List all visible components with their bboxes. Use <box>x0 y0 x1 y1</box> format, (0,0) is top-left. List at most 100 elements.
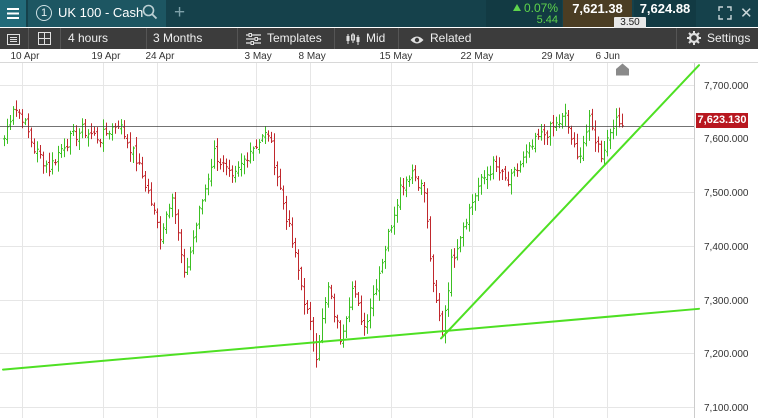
toolbar-divider <box>398 28 399 49</box>
ohlc-bar <box>531 139 534 150</box>
ohlc-bar <box>3 135 6 147</box>
ohlc-bar <box>417 176 420 191</box>
ohlc-bar <box>477 177 480 202</box>
ohlc-bar <box>495 155 498 173</box>
ohlc-bar <box>612 119 615 140</box>
trendline-uptrend <box>440 64 700 340</box>
ohlc-bar <box>375 279 378 296</box>
ohlc-bar <box>177 209 180 241</box>
ohlc-bar <box>342 324 345 348</box>
trendline-support <box>2 307 700 371</box>
ohlc-bar <box>66 138 69 152</box>
ohlc-bar <box>486 166 489 190</box>
date-tick-label: 10 Apr <box>10 51 40 62</box>
toolbar-divider <box>676 28 677 49</box>
close-icon[interactable]: ✕ <box>740 4 753 22</box>
plus-icon[interactable]: + <box>174 2 185 24</box>
range-dropdown[interactable]: 3 Months <box>153 28 202 49</box>
ohlc-bar <box>507 171 510 187</box>
toolbar-divider <box>146 28 147 49</box>
search-button[interactable] <box>142 4 158 25</box>
ohlc-bar <box>516 163 519 177</box>
interval-dropdown[interactable]: 4 hours <box>68 28 108 49</box>
ohlc-bar <box>78 128 81 150</box>
ohlc-bar <box>459 235 462 253</box>
ohlc-bar <box>567 110 570 134</box>
layout-button[interactable] <box>30 28 56 49</box>
ohlc-bar <box>390 224 393 233</box>
ohlc-bar <box>360 295 363 326</box>
ohlc-bar <box>606 129 609 157</box>
ohlc-bar <box>213 140 216 169</box>
ohlc-bar <box>168 203 171 219</box>
ohlc-bar <box>231 165 234 183</box>
ohlc-bar <box>393 206 396 235</box>
ohlc-bar <box>75 125 78 147</box>
ohlc-bar <box>621 113 624 128</box>
ohlc-bar <box>363 312 366 336</box>
ohlc-bar <box>237 161 240 177</box>
ohlc-bar <box>447 282 450 317</box>
price-type-dropdown[interactable]: Mid <box>346 28 385 49</box>
ohlc-bar <box>150 182 153 206</box>
date-tick-label: 19 Apr <box>91 51 121 62</box>
ohlc-bar <box>408 175 411 187</box>
instrument-tab[interactable]: 1 UK 100 - Cash <box>28 0 166 27</box>
ohlc-bar <box>123 120 126 140</box>
date-tick-label: 24 Apr <box>145 51 175 62</box>
ohlc-bar <box>288 210 291 227</box>
ohlc-bar <box>411 164 414 184</box>
ohlc-bar <box>18 109 21 119</box>
ohlc-bar <box>72 124 75 137</box>
grid-icon <box>38 32 51 45</box>
range-marker[interactable] <box>615 63 630 81</box>
date-tick-label: 15 May <box>379 51 413 62</box>
ohlc-bar <box>135 136 138 172</box>
ohlc-bar <box>324 297 327 324</box>
ohlc-bar <box>312 317 315 352</box>
date-tick-label: 8 May <box>298 51 326 62</box>
ohlc-bar <box>345 316 348 338</box>
ohlc-bar <box>573 132 576 148</box>
ohlc-bar <box>186 257 189 275</box>
list-button[interactable] <box>0 28 26 49</box>
ohlc-bar <box>435 279 438 304</box>
ohlc-bar <box>276 161 279 187</box>
ohlc-bar <box>240 153 243 177</box>
ohlc-bar <box>9 114 12 131</box>
ohlc-bar <box>501 168 504 181</box>
ohlc-bar <box>246 152 249 168</box>
ohlc-bar <box>87 129 90 147</box>
toolbar-divider <box>28 28 29 49</box>
ohlc-bar <box>582 135 585 162</box>
ohlc-bar <box>267 130 270 142</box>
price-tick-label: 7,200.000 <box>704 349 749 360</box>
ohlc-bar <box>147 178 150 194</box>
last-price-label: 7,623.130 <box>696 113 748 128</box>
ohlc-bar <box>99 138 102 148</box>
settings-button[interactable]: Settings <box>687 28 750 49</box>
ohlc-bar <box>453 248 456 268</box>
ohlc-bar <box>396 199 399 223</box>
ohlc-bar <box>60 144 63 158</box>
ohlc-bar <box>426 188 429 229</box>
ohlc-bar <box>84 118 87 138</box>
ohlc-bar <box>222 155 225 173</box>
ohlc-bar <box>600 140 603 163</box>
price-chart[interactable]: 7,700.000 7,600.000 7,500.000 7,400.000 7,30… <box>0 63 758 418</box>
related-button[interactable]: Related <box>410 28 471 49</box>
expand-button[interactable] <box>718 6 732 25</box>
candles-icon <box>346 33 360 45</box>
ohlc-bar <box>387 228 390 252</box>
ohlc-bar <box>429 216 432 262</box>
menu-button[interactable] <box>0 0 26 27</box>
ohlc-bar <box>471 194 474 216</box>
ohlc-bar <box>270 131 273 144</box>
ohlc-bar <box>504 166 507 181</box>
templates-button[interactable]: Templates <box>246 28 322 49</box>
ohlc-bar <box>480 173 483 195</box>
eye-icon <box>410 36 424 44</box>
ohlc-bar <box>141 156 144 179</box>
ohlc-bar <box>492 156 495 180</box>
ohlc-bar <box>468 203 471 232</box>
